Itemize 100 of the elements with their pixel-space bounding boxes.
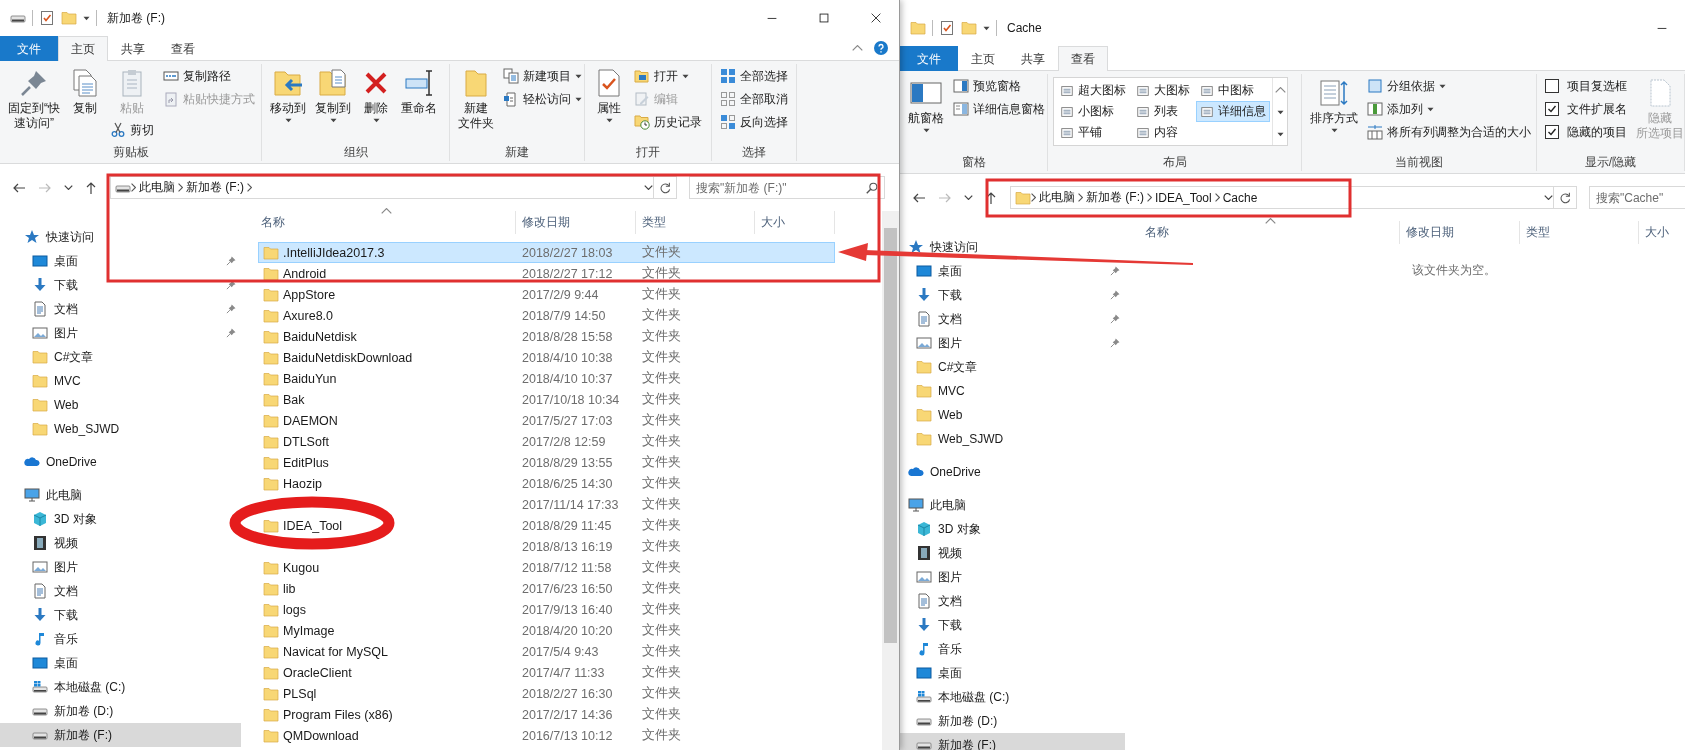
ribbon-button[interactable]: 属性 xyxy=(590,65,628,125)
file-row[interactable]: DTLSoft 2017/2/8 12:59 文件夹 xyxy=(258,431,835,452)
file-row[interactable]: IDEA_Tool 2018/8/29 11:45 文件夹 xyxy=(258,515,835,536)
nav-item[interactable]: 快速访问 xyxy=(0,225,241,249)
breadcrumb[interactable]: 此电脑 xyxy=(136,179,178,196)
nav-item[interactable]: 视频 xyxy=(0,531,241,555)
nav-item[interactable]: 新加卷 (F:) xyxy=(0,723,241,747)
ribbon-tab[interactable]: 查看 xyxy=(158,36,208,61)
nav-item[interactable]: 图片 xyxy=(900,331,1125,355)
nav-item[interactable]: 下载 xyxy=(900,613,1125,637)
nav-item[interactable]: Web_SJWD xyxy=(900,427,1125,451)
nav-item[interactable]: 3D 对象 xyxy=(0,507,241,531)
nav-item[interactable]: 文档 xyxy=(0,297,241,321)
file-row[interactable]: OracleClient 2017/4/7 11:33 文件夹 xyxy=(258,662,835,683)
scrollbar[interactable] xyxy=(882,211,899,750)
ribbon-button[interactable]: 剪切 xyxy=(107,119,157,141)
nav-item[interactable]: 桌面 xyxy=(900,259,1125,283)
checkbox[interactable]: 项目复选框 xyxy=(1542,75,1630,97)
nav-item[interactable]: 下载 xyxy=(900,283,1125,307)
ribbon-button[interactable]: 固定到“快 速访问” xyxy=(5,65,63,133)
nav-item[interactable]: 3D 对象 xyxy=(900,517,1125,541)
nav-item[interactable]: 桌面 xyxy=(0,651,241,675)
nav-item[interactable]: Web_SJWD xyxy=(0,417,241,441)
file-row[interactable]: Kugou 2018/7/12 11:58 文件夹 xyxy=(258,557,835,578)
ribbon-tab[interactable]: 主页 xyxy=(58,36,108,61)
nav-item[interactable]: 新加卷 (D:) xyxy=(900,709,1125,733)
ribbon-button[interactable]: 重命名 xyxy=(398,65,440,118)
nav-item[interactable]: 桌面 xyxy=(0,249,241,273)
ribbon-button[interactable]: 将所有列调整为合适的大小 xyxy=(1364,121,1534,143)
nav-item[interactable]: 本地磁盘 (C:) xyxy=(0,675,241,699)
file-row[interactable]: Haozip 2018/6/25 14:30 文件夹 xyxy=(258,473,835,494)
file-row[interactable]: Program Files (x86) 2017/2/17 14:36 文件夹 xyxy=(258,704,835,725)
ribbon-button[interactable]: 复制 xyxy=(66,65,104,118)
nav-item[interactable]: 文档 xyxy=(900,589,1125,613)
address-bar[interactable]: 此电脑 新加卷 (F:) xyxy=(110,176,677,199)
column-header[interactable]: 名称 xyxy=(1142,221,1400,244)
layout-option[interactable]: 详细信息 xyxy=(1196,101,1270,122)
file-row[interactable]: PLSql 2018/2/27 16:30 文件夹 xyxy=(258,683,835,704)
ribbon-button[interactable]: 全部选择 xyxy=(717,65,791,87)
breadcrumb[interactable]: 此电脑 xyxy=(1036,189,1078,206)
nav-item[interactable]: C#文章 xyxy=(0,345,241,369)
column-header[interactable]: 修改日期 xyxy=(1400,221,1520,244)
column-header[interactable]: 类型 xyxy=(636,211,755,234)
ribbon-button[interactable]: 排序方式 xyxy=(1307,75,1361,135)
layout-option[interactable]: 内容 xyxy=(1132,122,1194,143)
layout-option[interactable]: 超大图标 xyxy=(1056,80,1130,101)
ribbon-button[interactable]: 预览窗格 xyxy=(950,75,1047,97)
ribbon-button[interactable]: 反向选择 xyxy=(717,111,791,133)
file-row[interactable]: BaiduNetdiskDownload 2018/4/10 10:38 文件夹 xyxy=(258,347,835,368)
ribbon-button[interactable]: 新建项目 xyxy=(500,65,584,87)
nav-item[interactable]: C#文章 xyxy=(900,355,1125,379)
ribbon-button[interactable]: 轻松访问 xyxy=(500,88,584,110)
ribbon-tab[interactable]: 共享 xyxy=(1008,46,1058,71)
file-row[interactable]: Bak 2017/10/18 10:34 文件夹 xyxy=(258,389,835,410)
nav-item[interactable]: OneDrive xyxy=(0,450,241,474)
file-row[interactable]: 2018/8/13 16:19 文件夹 xyxy=(258,536,835,557)
ribbon-tab[interactable]: 文件 xyxy=(900,46,958,71)
file-row[interactable]: QMDownload 2016/7/13 10:12 文件夹 xyxy=(258,725,835,746)
ribbon-button[interactable]: 新建 文件夹 xyxy=(455,65,497,133)
nav-item[interactable]: 本地磁盘 (C:) xyxy=(900,685,1125,709)
column-header[interactable]: 名称 xyxy=(258,211,516,234)
nav-item[interactable]: 下载 xyxy=(0,603,241,627)
nav-item[interactable]: 桌面 xyxy=(900,661,1125,685)
nav-item[interactable]: 此电脑 xyxy=(900,493,1125,517)
breadcrumb[interactable]: IDEA_Tool xyxy=(1152,190,1215,205)
nav-item[interactable]: 下载 xyxy=(0,273,241,297)
ribbon-button[interactable]: 详细信息窗格 xyxy=(950,98,1047,120)
nav-item[interactable]: 新加卷 (D:) xyxy=(0,699,241,723)
ribbon-tab[interactable]: 共享 xyxy=(108,36,158,61)
ribbon-button[interactable]: 移动到 xyxy=(267,65,309,125)
nav-item[interactable]: MVC xyxy=(0,369,241,393)
address-bar[interactable]: 此电脑 新加卷 (F:) IDEA_Tool Cache xyxy=(1010,186,1577,209)
ribbon-button[interactable]: 复制路径 xyxy=(160,65,258,87)
layout-option[interactable]: 中图标 xyxy=(1196,80,1270,101)
column-header[interactable]: 大小 xyxy=(755,211,835,234)
file-row[interactable]: Android 2018/2/27 17:12 文件夹 xyxy=(258,263,835,284)
ribbon-button[interactable]: 航窗格 xyxy=(905,75,947,135)
layout-option[interactable]: 大图标 xyxy=(1132,80,1194,101)
layout-option[interactable]: 平铺 xyxy=(1056,122,1130,143)
ribbon-tab[interactable]: 主页 xyxy=(958,46,1008,71)
file-row[interactable]: Navicat for MySQL 2017/5/4 9:43 文件夹 xyxy=(258,641,835,662)
breadcrumb[interactable]: Cache xyxy=(1219,190,1261,205)
nav-item[interactable]: MVC xyxy=(900,379,1125,403)
file-row[interactable]: 2017/11/14 17:33 文件夹 xyxy=(258,494,835,515)
layout-option[interactable]: 列表 xyxy=(1132,101,1194,122)
nav-item[interactable]: 文档 xyxy=(0,579,241,603)
file-row[interactable]: BaiduNetdisk 2018/8/28 15:58 文件夹 xyxy=(258,326,835,347)
nav-item[interactable]: Web xyxy=(0,393,241,417)
nav-item[interactable]: 音乐 xyxy=(900,637,1125,661)
breadcrumb[interactable]: 新加卷 (F:) xyxy=(1083,189,1147,206)
ribbon-tab[interactable]: 查看 xyxy=(1058,46,1108,71)
breadcrumb[interactable]: 新加卷 (F:) xyxy=(183,179,247,196)
checkbox[interactable]: 隐藏的项目 xyxy=(1542,121,1630,143)
file-row[interactable]: AppStore 2017/2/9 9:44 文件夹 xyxy=(258,284,835,305)
ribbon-button[interactable]: 复制到 xyxy=(312,65,354,125)
ribbon-button[interactable]: 添加列 xyxy=(1364,98,1534,120)
file-row[interactable]: DAEMON 2017/5/27 17:03 文件夹 xyxy=(258,410,835,431)
nav-item[interactable]: 图片 xyxy=(0,321,241,345)
nav-item[interactable]: Web xyxy=(900,403,1125,427)
nav-item[interactable]: 快速访问 xyxy=(900,235,1125,259)
